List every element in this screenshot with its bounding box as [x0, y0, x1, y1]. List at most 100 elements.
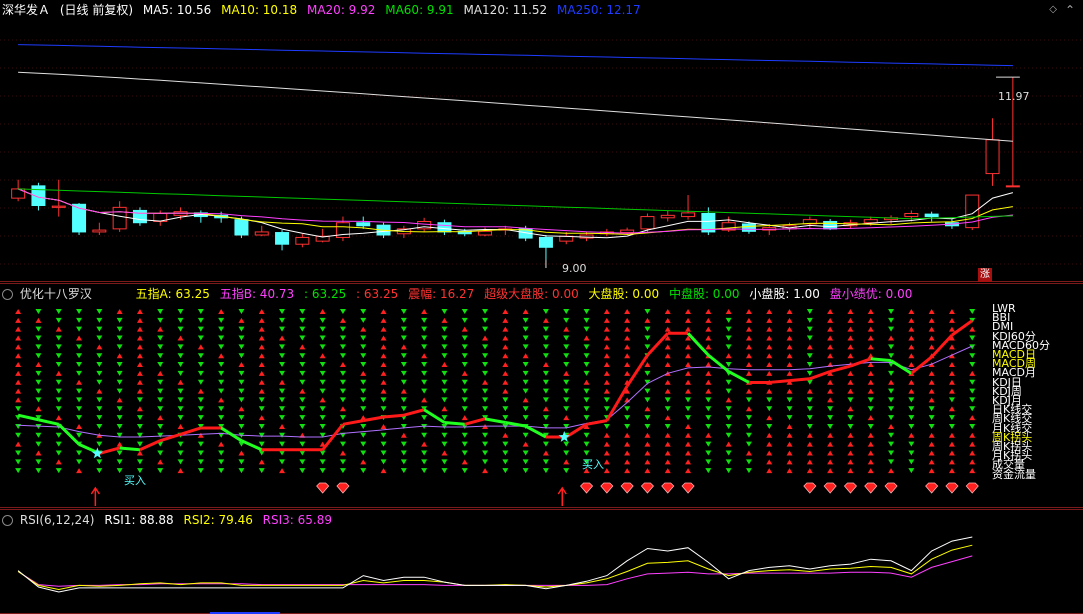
signal-down-arrow — [400, 468, 407, 474]
signal-up-arrow — [705, 317, 712, 323]
buy-star-icon — [558, 431, 570, 442]
signal-up-arrow — [969, 459, 976, 465]
signal-down-arrow — [969, 353, 976, 359]
signal-down-arrow — [400, 335, 407, 341]
signal-down-arrow — [55, 317, 62, 323]
signal-up-arrow — [745, 344, 752, 350]
signal-up-arrow — [685, 353, 692, 359]
signal-up-arrow — [15, 362, 22, 368]
signal-up-arrow — [116, 397, 123, 403]
signal-down-arrow — [461, 317, 468, 323]
signal-down-arrow — [238, 468, 245, 474]
indicator-trend-segment — [240, 439, 263, 452]
signal-down-arrow — [55, 309, 62, 314]
signal-down-arrow — [928, 415, 935, 421]
signal-up-arrow — [441, 406, 448, 412]
signal-up-arrow — [319, 309, 326, 314]
signal-down-arrow — [35, 326, 42, 332]
signal-down-arrow — [299, 379, 306, 385]
rsi-title[interactable]: RSI(6,12,24) — [20, 513, 95, 527]
signal-down-arrow — [279, 317, 286, 323]
signal-down-arrow — [157, 432, 164, 438]
indicator-chart[interactable] — [0, 284, 1083, 508]
signal-down-arrow — [948, 415, 955, 421]
indicator-trend-segment — [321, 423, 345, 451]
signal-up-arrow — [745, 388, 752, 394]
signal-up-arrow — [664, 459, 671, 465]
signal-down-arrow — [197, 441, 204, 447]
signal-down-arrow — [136, 441, 143, 447]
signal-down-arrow — [15, 423, 22, 429]
signal-down-arrow — [705, 468, 712, 474]
signal-down-arrow — [766, 406, 773, 412]
collapse-up-icon[interactable]: ◇ — [1049, 4, 1057, 15]
stock-name[interactable]: 深华发Ａ — [2, 3, 50, 17]
rsi-panel[interactable]: RSI(6,12,24) RSI1: 88.88 RSI2: 79.46 RSI… — [0, 509, 1083, 614]
signal-down-arrow — [400, 353, 407, 359]
signal-down-arrow — [339, 309, 346, 314]
signal-up-arrow — [928, 468, 935, 474]
signal-up-arrow — [928, 450, 935, 456]
period-label[interactable]: (日线 前复权) — [60, 3, 133, 17]
signal-down-arrow — [482, 406, 489, 412]
signal-down-arrow — [400, 326, 407, 332]
signal-up-arrow — [380, 362, 387, 368]
signal-down-arrow — [279, 388, 286, 394]
signal-up-arrow — [867, 353, 874, 359]
signal-down-arrow — [482, 397, 489, 403]
indicator-trend-segment — [769, 379, 790, 384]
signal-up-arrow — [725, 309, 732, 314]
signal-up-arrow — [664, 468, 671, 474]
signal-down-arrow — [522, 432, 529, 438]
signal-down-arrow — [258, 397, 265, 403]
signal-down-arrow — [197, 406, 204, 412]
signal-up-arrow — [279, 423, 286, 429]
signal-down-arrow — [279, 432, 286, 438]
indicator-value-9: 盘小绩优: 0.00 — [829, 287, 913, 301]
signal-up-arrow — [745, 370, 752, 376]
candle-body — [295, 236, 310, 245]
signal-down-arrow — [35, 353, 42, 359]
indicator-trend-segment — [220, 426, 243, 442]
signal-up-arrow — [421, 397, 428, 403]
panel-menu-icon[interactable]: ⌃ — [1065, 3, 1075, 17]
signal-up-arrow — [177, 468, 184, 474]
signal-down-arrow — [15, 432, 22, 438]
signal-up-arrow — [76, 468, 83, 474]
signal-down-arrow — [238, 415, 245, 421]
signal-up-arrow — [908, 309, 915, 314]
signal-down-arrow — [482, 326, 489, 332]
signal-down-arrow — [339, 370, 346, 376]
signal-up-arrow — [522, 309, 529, 314]
signal-up-arrow — [238, 406, 245, 412]
signal-down-arrow — [157, 450, 164, 456]
signal-up-arrow — [258, 335, 265, 341]
signal-down-arrow — [482, 309, 489, 314]
signal-up-arrow — [258, 353, 265, 359]
signal-down-arrow — [482, 450, 489, 456]
signal-up-arrow — [35, 317, 42, 323]
indicator-panel[interactable]: 优化十八罗汉 五指A: 63.25 五指B: 40.73 : 63.25 : 6… — [0, 283, 1083, 508]
signal-down-arrow — [685, 406, 692, 412]
signal-up-arrow — [258, 326, 265, 332]
indicator-value-2: : 63.25 — [304, 287, 347, 301]
signal-up-arrow — [218, 353, 225, 359]
indicator-trend-segment — [789, 377, 810, 383]
settings-circle-icon[interactable] — [2, 515, 13, 526]
main-chart-panel[interactable]: 深华发Ａ (日线 前复权) MA5: 10.56 MA10: 10.18 MA2… — [0, 0, 1083, 282]
indicator-trend-segment — [870, 357, 892, 363]
signal-down-arrow — [400, 317, 407, 323]
signal-down-arrow — [400, 459, 407, 465]
signal-up-arrow — [624, 344, 631, 350]
signal-down-arrow — [380, 397, 387, 403]
signal-up-arrow — [380, 370, 387, 376]
signal-down-arrow — [157, 388, 164, 394]
signal-up-arrow — [603, 344, 610, 350]
signal-down-arrow — [725, 388, 732, 394]
signal-down-arrow — [218, 317, 225, 323]
settings-circle-icon[interactable] — [2, 289, 13, 300]
indicator-title[interactable]: 优化十八罗汉 — [20, 287, 92, 301]
signal-up-arrow — [827, 353, 834, 359]
signal-up-arrow — [969, 441, 976, 447]
candlestick-chart[interactable] — [0, 0, 1083, 282]
